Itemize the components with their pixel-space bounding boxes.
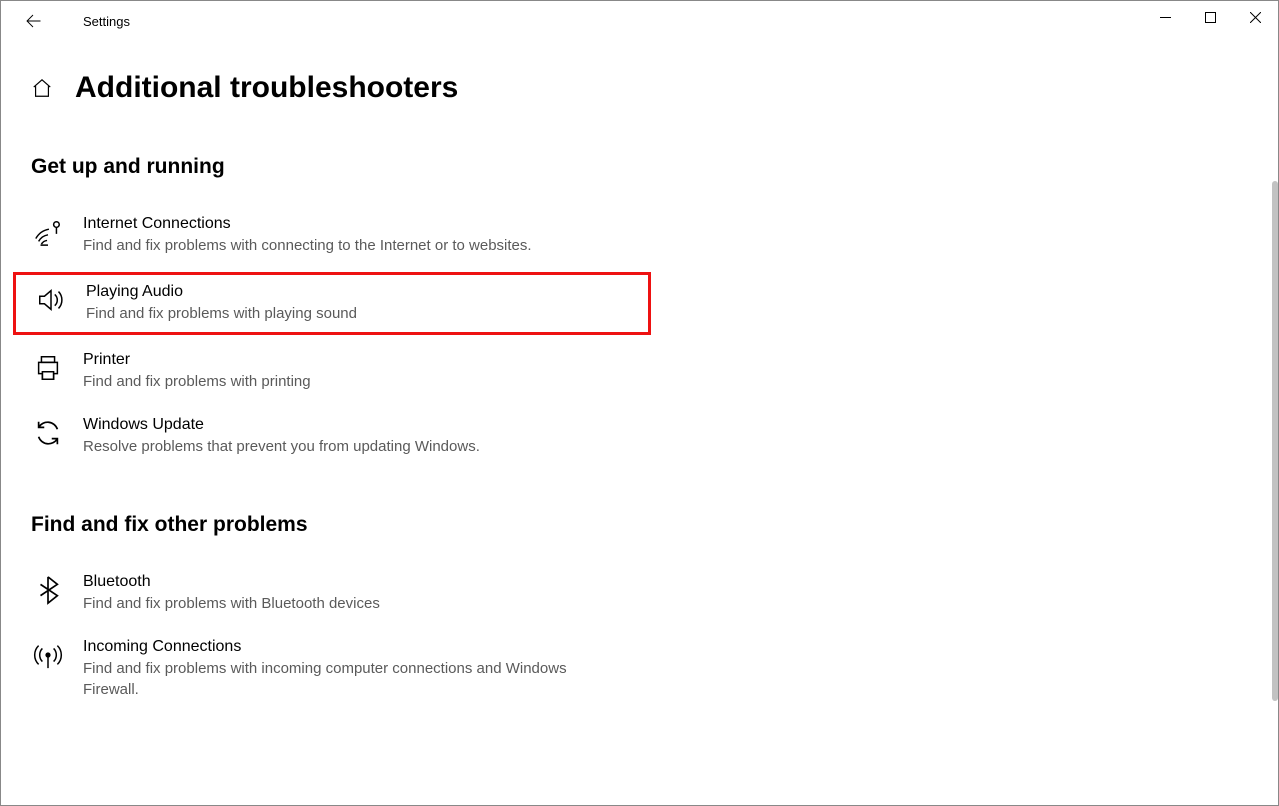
section-title-getup: Get up and running <box>31 155 1248 179</box>
troubleshooter-title: Windows Update <box>83 416 480 434</box>
troubleshooter-title: Printer <box>83 351 311 369</box>
troubleshooter-desc: Resolve problems that prevent you from u… <box>83 436 480 457</box>
home-icon[interactable] <box>31 77 53 99</box>
troubleshooter-text: Internet Connections Find and fix proble… <box>83 215 532 256</box>
troubleshooter-title: Playing Audio <box>86 283 357 301</box>
window-controls <box>1143 1 1278 33</box>
app-title: Settings <box>83 14 130 29</box>
troubleshooter-desc: Find and fix problems with printing <box>83 371 311 392</box>
back-button[interactable] <box>19 7 47 35</box>
close-button[interactable] <box>1233 1 1278 33</box>
scrollbar[interactable] <box>1272 41 1278 805</box>
troubleshooter-windows-update[interactable]: Windows Update Resolve problems that pre… <box>31 408 651 465</box>
troubleshooter-text: Windows Update Resolve problems that pre… <box>83 416 480 457</box>
section-title-other: Find and fix other problems <box>31 513 1248 537</box>
scrollbar-thumb[interactable] <box>1272 181 1278 701</box>
antenna-icon <box>31 638 65 672</box>
maximize-button[interactable] <box>1188 1 1233 33</box>
printer-icon <box>31 351 65 385</box>
troubleshooter-bluetooth[interactable]: Bluetooth Find and fix problems with Blu… <box>31 565 651 622</box>
troubleshooter-desc: Find and fix problems with playing sound <box>86 303 357 324</box>
content-area: Additional troubleshooters Get up and ru… <box>1 41 1278 805</box>
troubleshooter-internet-connections[interactable]: Internet Connections Find and fix proble… <box>31 207 651 264</box>
troubleshooter-title: Incoming Connections <box>83 638 583 656</box>
troubleshooter-text: Printer Find and fix problems with print… <box>83 351 311 392</box>
update-icon <box>31 416 65 450</box>
page-header: Additional troubleshooters <box>31 71 1248 105</box>
troubleshooter-desc: Find and fix problems with Bluetooth dev… <box>83 593 380 614</box>
titlebar: Settings <box>1 1 1278 41</box>
minimize-button[interactable] <box>1143 1 1188 33</box>
troubleshooter-text: Bluetooth Find and fix problems with Blu… <box>83 573 380 614</box>
troubleshooter-printer[interactable]: Printer Find and fix problems with print… <box>31 343 651 400</box>
troubleshooter-desc: Find and fix problems with incoming comp… <box>83 658 583 700</box>
wifi-icon <box>31 215 65 249</box>
troubleshooter-text: Playing Audio Find and fix problems with… <box>86 283 357 324</box>
troubleshooter-playing-audio[interactable]: Playing Audio Find and fix problems with… <box>13 272 651 335</box>
speaker-icon <box>34 283 68 317</box>
troubleshooter-desc: Find and fix problems with connecting to… <box>83 235 532 256</box>
troubleshooter-list-other: Bluetooth Find and fix problems with Blu… <box>31 565 651 708</box>
page-title: Additional troubleshooters <box>75 71 458 105</box>
troubleshooter-title: Bluetooth <box>83 573 380 591</box>
troubleshooter-incoming-connections[interactable]: Incoming Connections Find and fix proble… <box>31 630 651 708</box>
troubleshooter-text: Incoming Connections Find and fix proble… <box>83 638 583 700</box>
bluetooth-icon <box>31 573 65 607</box>
troubleshooter-title: Internet Connections <box>83 215 532 233</box>
troubleshooter-list-getup: Internet Connections Find and fix proble… <box>31 207 651 465</box>
